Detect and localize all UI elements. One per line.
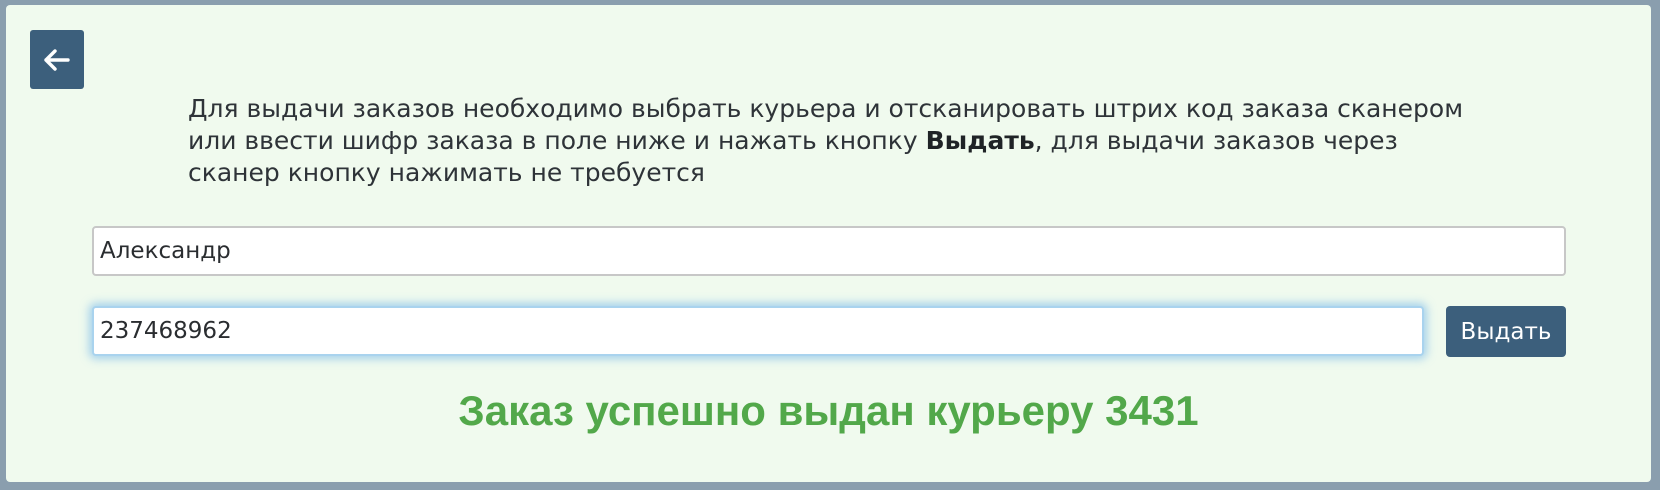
instructions-text-button-name: Выдать — [925, 126, 1035, 155]
issue-button[interactable]: Выдать — [1446, 306, 1566, 357]
status-message: Заказ успешно выдан курьеру 3431 — [458, 387, 1199, 434]
instructions-text: Для выдачи заказов необходимо выбрать ку… — [188, 93, 1488, 189]
issue-orders-panel: Для выдачи заказов необходимо выбрать ку… — [6, 5, 1651, 482]
order-code-input[interactable] — [92, 306, 1424, 356]
arrow-left-icon — [44, 48, 70, 71]
courier-field[interactable] — [92, 226, 1566, 276]
back-button[interactable] — [30, 30, 84, 89]
